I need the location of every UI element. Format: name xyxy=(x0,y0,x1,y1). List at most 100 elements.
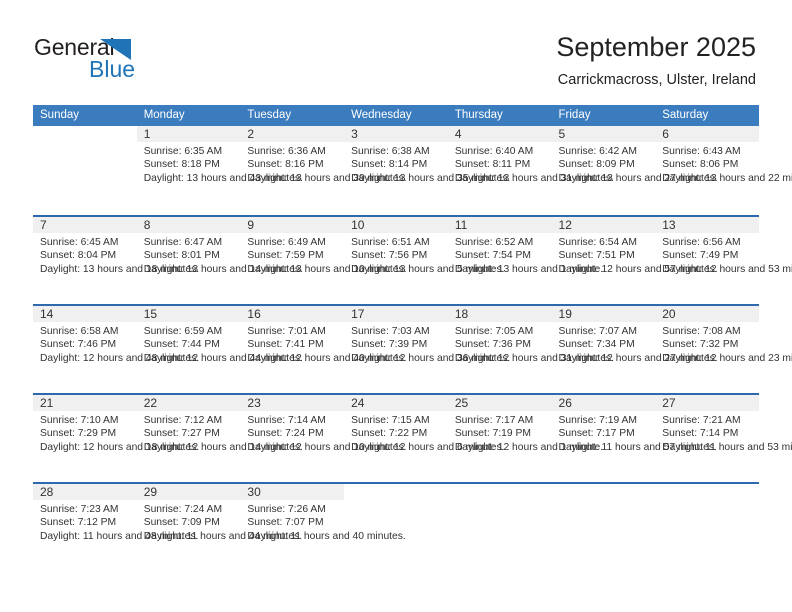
day-number: 15 xyxy=(143,307,158,321)
daylight-text: Daylight: 13 hours and 35 minutes. xyxy=(351,172,511,184)
day-number: 13 xyxy=(662,218,676,232)
calendar-day-cell[interactable]: 11 Sunrise: 6:52 AM Sunset: 7:54 PM Dayligh… xyxy=(447,217,603,306)
day-details: Sunrise: 6:49 AM Sunset: 7:59 PM Daylight:… xyxy=(247,236,407,276)
calendar-day-cell[interactable]: 5 Sunrise: 6:42 AM Sunset: 8:09 PM Daylight… xyxy=(551,126,718,215)
day-number: 3 xyxy=(351,127,358,141)
sunset-text: Sunset: 7:32 PM xyxy=(662,339,739,351)
calendar-day-cell[interactable]: 10 Sunrise: 6:51 AM Sunset: 7:56 PM Dayligh… xyxy=(344,217,505,306)
calendar-day-cell[interactable]: 27 Sunrise: 7:21 AM Sunset: 7:14 PM Dayligh… xyxy=(655,395,792,484)
day-details: Sunrise: 7:12 AM Sunset: 7:27 PM Daylight:… xyxy=(143,414,303,454)
sunset-text: Sunset: 7:44 PM xyxy=(143,339,220,351)
calendar-day-cell[interactable]: 6 Sunrise: 6:43 AM Sunset: 8:06 PM Daylight… xyxy=(655,126,792,215)
calendar-day-cell[interactable]: 30 Sunrise: 7:26 AM Sunset: 7:07 PM Dayligh… xyxy=(240,484,406,573)
daylight-text: Daylight: 12 hours and 6 minutes. xyxy=(351,441,505,453)
sunset-text: Sunset: 8:01 PM xyxy=(143,250,220,262)
day-number: 6 xyxy=(662,127,669,141)
calendar-day-cell[interactable]: 18 Sunrise: 7:05 AM Sunset: 7:36 PM Dayligh… xyxy=(447,306,614,395)
sunrise-text: Sunrise: 6:59 AM xyxy=(143,326,223,337)
sunrise-text: Sunrise: 6:49 AM xyxy=(247,237,326,248)
daylight-text: Daylight: 13 hours and 10 minutes. xyxy=(247,263,407,275)
calendar-grid: Sunday Monday Tuesday Wednesday Thursday… xyxy=(33,105,792,573)
day-number: 19 xyxy=(558,307,572,321)
calendar-day-cell[interactable]: 3 Sunrise: 6:38 AM Sunset: 8:14 PM Daylight… xyxy=(344,126,511,215)
sunset-text: Sunset: 7:14 PM xyxy=(662,428,739,440)
calendar-day-cell[interactable]: 17 Sunrise: 7:03 AM Sunset: 7:39 PM Dayligh… xyxy=(344,306,511,395)
calendar-day-cell[interactable]: 23 Sunrise: 7:14 AM Sunset: 7:24 PM Dayligh… xyxy=(240,395,407,484)
sunset-text: Sunset: 8:06 PM xyxy=(662,159,739,171)
daylight-text: Daylight: 12 hours and 18 minutes. xyxy=(40,441,200,453)
calendar-day-cell[interactable]: 19 Sunrise: 7:07 AM Sunset: 7:34 PM Dayligh… xyxy=(551,306,718,395)
page-header: General Blue September 2025 Carrickmacro… xyxy=(0,0,792,104)
weekday-header-saturday: Saturday xyxy=(662,109,709,121)
weekday-header-sunday: Sunday xyxy=(40,109,80,121)
sunset-text: Sunset: 7:51 PM xyxy=(558,250,635,262)
day-number: 16 xyxy=(247,307,261,321)
sunset-text: Sunset: 7:09 PM xyxy=(143,517,220,529)
sunrise-text: Sunrise: 6:56 AM xyxy=(662,237,741,248)
calendar-day-cell-empty xyxy=(33,126,137,215)
day-details: Sunrise: 7:07 AM Sunset: 7:34 PM Daylight:… xyxy=(558,325,718,365)
calendar-week-row: 14 Sunrise: 6:58 AM Sunset: 7:46 PM Dayligh… xyxy=(33,304,792,395)
daylight-text: Daylight: 13 hours and 5 minutes. xyxy=(351,263,505,275)
calendar-day-cell[interactable]: 20 Sunrise: 7:08 AM Sunset: 7:32 PM Dayligh… xyxy=(655,306,792,395)
calendar-day-cell[interactable]: 28 Sunrise: 7:23 AM Sunset: 7:12 PM Dayligh… xyxy=(33,484,198,573)
sunrise-text: Sunrise: 7:05 AM xyxy=(454,326,534,337)
calendar-day-cell[interactable]: 1 Sunrise: 6:35 AM Sunset: 8:18 PM Daylight… xyxy=(136,126,303,215)
calendar-day-cell[interactable]: 29 Sunrise: 7:24 AM Sunset: 7:09 PM Dayligh… xyxy=(136,484,302,573)
day-number: 12 xyxy=(558,218,572,232)
day-details: Sunrise: 6:59 AM Sunset: 7:44 PM Daylight:… xyxy=(143,325,303,365)
day-number: 20 xyxy=(662,307,676,321)
daylight-text: Daylight: 12 hours and 36 minutes. xyxy=(351,352,511,364)
calendar-day-cell-empty xyxy=(448,484,552,573)
calendar-day-cell[interactable]: 16 Sunrise: 7:01 AM Sunset: 7:41 PM Dayligh… xyxy=(240,306,407,395)
day-number: 24 xyxy=(351,396,365,410)
calendar-day-cell-empty xyxy=(655,484,759,573)
calendar-day-cell[interactable]: 4 Sunrise: 6:40 AM Sunset: 8:11 PM Daylight… xyxy=(447,126,614,215)
sunset-text: Sunset: 7:07 PM xyxy=(247,517,324,529)
calendar-day-cell[interactable]: 13 Sunrise: 6:56 AM Sunset: 7:49 PM Dayligh… xyxy=(655,217,792,306)
calendar-day-cell[interactable]: 26 Sunrise: 7:19 AM Sunset: 7:17 PM Dayligh… xyxy=(551,395,717,484)
calendar-day-cell[interactable]: 12 Sunrise: 6:54 AM Sunset: 7:51 PM Dayligh… xyxy=(551,217,718,306)
sunrise-text: Sunrise: 6:38 AM xyxy=(351,146,430,157)
sunset-text: Sunset: 8:09 PM xyxy=(558,159,635,171)
sunrise-text: Sunrise: 7:21 AM xyxy=(662,415,741,426)
day-number: 10 xyxy=(351,218,365,232)
sunset-text: Sunset: 8:18 PM xyxy=(143,159,220,171)
weekday-header-thursday: Thursday xyxy=(454,109,503,121)
daylight-text: Daylight: 13 hours and 27 minutes. xyxy=(558,172,718,184)
day-number: 8 xyxy=(143,218,151,232)
sunset-text: Sunset: 7:27 PM xyxy=(143,428,220,440)
day-details: Sunrise: 7:24 AM Sunset: 7:09 PM Daylight:… xyxy=(143,503,302,543)
sunset-text: Sunset: 8:14 PM xyxy=(351,159,428,171)
calendar-day-cell[interactable]: 7 Sunrise: 6:45 AM Sunset: 8:04 PM Daylight… xyxy=(33,217,199,306)
day-number: 5 xyxy=(558,127,566,141)
daylight-text: Daylight: 12 hours and 10 minutes. xyxy=(247,441,407,453)
day-details: Sunrise: 7:03 AM Sunset: 7:39 PM Daylight:… xyxy=(351,325,511,365)
calendar-day-cell[interactable]: 25 Sunrise: 7:17 AM Sunset: 7:19 PM Dayligh… xyxy=(447,395,604,484)
day-details: Sunrise: 7:10 AM Sunset: 7:29 PM Daylight:… xyxy=(40,414,200,454)
sunrise-text: Sunrise: 6:45 AM xyxy=(40,237,119,248)
calendar-week-row: 7 Sunrise: 6:45 AM Sunset: 8:04 PM Daylight… xyxy=(33,215,792,306)
day-number: 11 xyxy=(454,218,468,232)
calendar-day-cell[interactable]: 14 Sunrise: 6:58 AM Sunset: 7:46 PM Dayligh… xyxy=(33,306,199,395)
day-details: Sunrise: 7:21 AM Sunset: 7:14 PM Daylight:… xyxy=(662,414,792,454)
calendar-day-cell[interactable]: 9 Sunrise: 6:49 AM Sunset: 7:59 PM Daylight… xyxy=(240,217,407,306)
calendar-day-cell[interactable]: 22 Sunrise: 7:12 AM Sunset: 7:27 PM Dayligh… xyxy=(136,395,303,484)
sunrise-text: Sunrise: 7:03 AM xyxy=(351,326,430,337)
daylight-text: Daylight: 11 hours and 40 minutes. xyxy=(247,530,406,542)
daylight-text: Daylight: 12 hours and 1 minute. xyxy=(454,441,604,453)
calendar-day-cell[interactable]: 2 Sunrise: 6:36 AM Sunset: 8:16 PM Daylight… xyxy=(240,126,407,215)
sunset-text: Sunset: 7:34 PM xyxy=(558,339,635,351)
sunrise-text: Sunrise: 7:17 AM xyxy=(454,415,534,426)
sunset-text: Sunset: 7:29 PM xyxy=(40,428,117,440)
calendar-day-cell[interactable]: 24 Sunrise: 7:15 AM Sunset: 7:22 PM Dayligh… xyxy=(344,395,505,484)
day-details: Sunrise: 6:42 AM Sunset: 8:09 PM Daylight:… xyxy=(558,145,718,185)
calendar-day-cell[interactable]: 21 Sunrise: 7:10 AM Sunset: 7:29 PM Dayligh… xyxy=(33,395,200,484)
day-number: 26 xyxy=(558,396,572,410)
sunrise-text: Sunrise: 7:26 AM xyxy=(247,504,326,515)
daylight-text: Daylight: 12 hours and 44 minutes. xyxy=(143,352,303,364)
calendar-day-cell-empty xyxy=(344,484,448,573)
calendar-day-cell[interactable]: 8 Sunrise: 6:47 AM Sunset: 8:01 PM Daylight… xyxy=(136,217,303,306)
sunset-text: Sunset: 8:04 PM xyxy=(40,250,117,262)
calendar-day-cell[interactable]: 15 Sunrise: 6:59 AM Sunset: 7:44 PM Dayligh… xyxy=(136,306,303,395)
